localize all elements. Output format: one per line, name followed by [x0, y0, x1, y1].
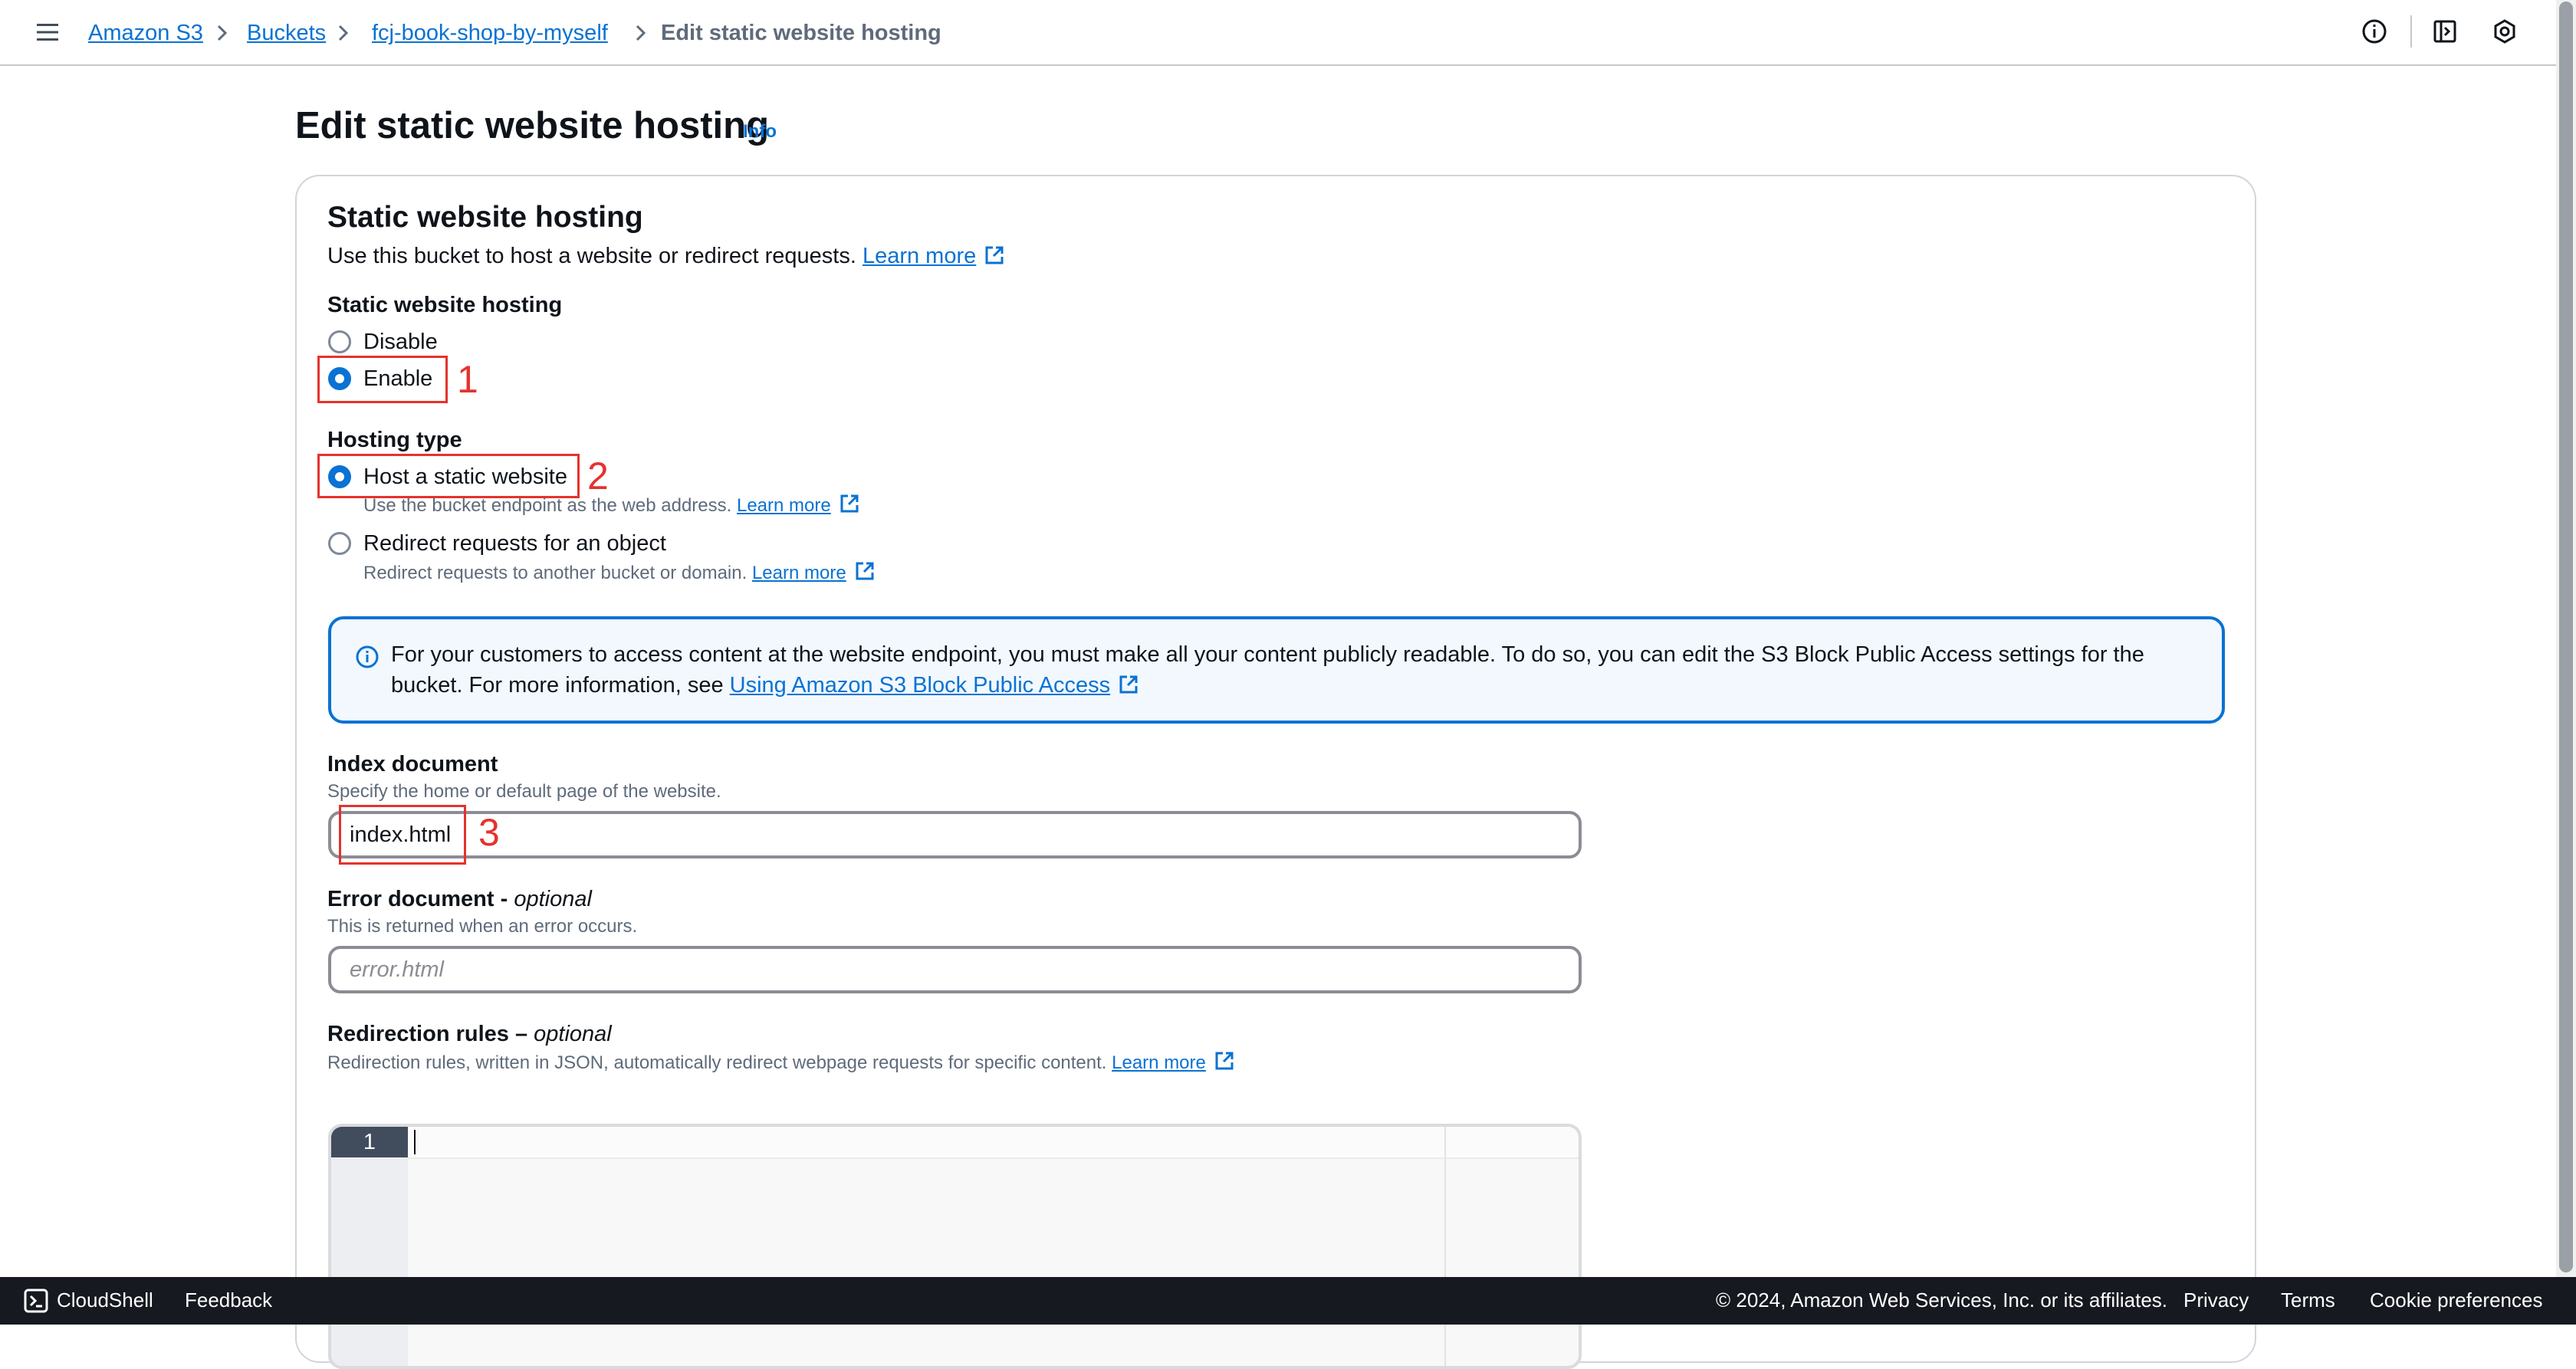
hosting-label: Static website hosting — [327, 293, 563, 317]
section-title: Static website hosting — [327, 201, 643, 234]
editor-active-line — [331, 1127, 1579, 1159]
external-link-icon — [985, 246, 1004, 264]
annotation-box-1 — [317, 356, 448, 403]
editor-gutter — [331, 1157, 408, 1366]
terms-link[interactable]: Terms — [2281, 1289, 2335, 1312]
chevron-right-icon — [338, 25, 349, 41]
annotation-marker-1: 1 — [457, 358, 478, 401]
chevron-right-icon — [217, 25, 228, 41]
page-title: Edit static website hosting — [295, 105, 770, 146]
disable-radio[interactable] — [328, 330, 351, 353]
breadcrumb-amazon-s3[interactable]: Amazon S3 — [88, 18, 203, 48]
info-circle-icon — [356, 645, 379, 668]
section-description-text: Use this bucket to host a website or red… — [327, 244, 856, 268]
info-alert-line1: For your customers to access content at … — [391, 642, 2144, 667]
feedback-button[interactable]: Feedback — [185, 1289, 272, 1312]
external-link-icon — [1215, 1052, 1234, 1070]
info-alert-line2: bucket. For more information, see Using … — [391, 671, 1139, 699]
annotation-marker-2: 2 — [587, 455, 609, 497]
breadcrumb-current: Edit static website hosting — [661, 21, 941, 45]
error-document-description: This is returned when an error occurs. — [327, 916, 638, 937]
learn-more-link[interactable]: Learn more — [752, 562, 876, 583]
top-navigation-bar: Amazon S3 Buckets fcj-book-shop-by-mysel… — [0, 0, 2556, 66]
page-scrollbar[interactable] — [2556, 0, 2576, 1277]
host-static-website-description: Use the bucket endpoint as the web addre… — [363, 493, 860, 517]
cookie-preferences-link[interactable]: Cookie preferences — [2370, 1289, 2542, 1312]
block-public-access-link[interactable]: Using Amazon S3 Block Public Access — [730, 673, 1139, 698]
cloudshell-icon[interactable] — [23, 1288, 49, 1314]
annotation-box-2 — [317, 454, 580, 498]
info-link[interactable]: Info — [743, 121, 777, 143]
breadcrumb-buckets[interactable]: Buckets — [247, 18, 326, 48]
redirection-rules-description: Redirection rules, written in JSON, auto… — [327, 1050, 1235, 1075]
info-alert: For your customers to access content at … — [328, 616, 2225, 724]
learn-more-link[interactable]: Learn more — [863, 244, 1005, 268]
scrollbar-thumb[interactable] — [2559, 2, 2573, 1272]
section-description: Use this bucket to host a website or red… — [327, 242, 1005, 270]
index-document-input[interactable] — [328, 811, 1582, 858]
breadcrumb-bucket-name[interactable]: fcj-book-shop-by-myself — [372, 18, 608, 48]
editor-print-margin — [1444, 1127, 1446, 1366]
redirect-requests-label[interactable]: Redirect requests for an object — [363, 530, 666, 557]
learn-more-link[interactable]: Learn more — [737, 494, 860, 516]
index-document-description: Specify the home or default page of the … — [327, 781, 721, 802]
hosting-type-label: Hosting type — [327, 428, 462, 452]
chevron-right-icon — [636, 25, 646, 41]
redirect-requests-radio[interactable] — [328, 532, 351, 555]
annotation-box-3 — [339, 805, 466, 865]
privacy-link[interactable]: Privacy — [2183, 1289, 2249, 1312]
info-circle-icon[interactable] — [2361, 18, 2387, 44]
disable-radio-label[interactable]: Disable — [363, 328, 438, 356]
redirect-requests-description: Redirect requests to another bucket or d… — [363, 560, 876, 585]
learn-more-link[interactable]: Learn more — [1112, 1052, 1235, 1073]
external-link-icon — [1119, 675, 1138, 694]
notifications-icon[interactable] — [2432, 18, 2458, 44]
redirection-rules-label: Redirection rules – optional — [327, 1022, 612, 1046]
index-document-label: Index document — [327, 752, 498, 776]
toolbar-divider — [2410, 15, 2412, 48]
copyright-text: © 2024, Amazon Web Services, Inc. or its… — [1716, 1289, 2168, 1312]
menu-icon[interactable] — [35, 21, 60, 43]
editor-line-number: 1 — [331, 1127, 408, 1157]
external-link-icon — [856, 562, 874, 580]
cloudshell-button[interactable]: CloudShell — [57, 1289, 153, 1312]
external-link-icon — [840, 494, 859, 513]
editor-cursor — [414, 1130, 416, 1154]
console-footer: CloudShell Feedback © 2024, Amazon Web S… — [0, 1277, 2576, 1325]
redirection-rules-editor[interactable]: 1 — [328, 1124, 1582, 1369]
annotation-marker-3: 3 — [478, 811, 500, 854]
error-document-label: Error document - optional — [327, 887, 592, 911]
settings-icon[interactable] — [2492, 18, 2518, 44]
error-document-input[interactable] — [328, 946, 1582, 993]
